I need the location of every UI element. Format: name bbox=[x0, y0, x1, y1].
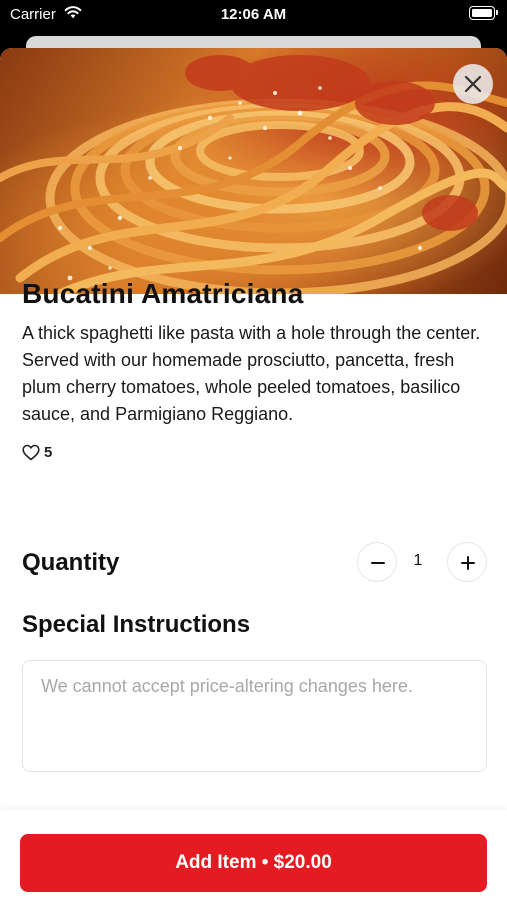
item-description: A thick spaghetti like pasta with a hole… bbox=[22, 323, 481, 424]
minus-icon bbox=[371, 562, 385, 564]
plus-icon bbox=[461, 556, 475, 570]
item-detail-sheet bbox=[0, 48, 507, 900]
likes[interactable]: 5 bbox=[22, 442, 485, 462]
decrease-quantity-button[interactable] bbox=[357, 542, 397, 582]
bucatini-pasta-photo bbox=[0, 48, 507, 294]
add-item-button[interactable]: Add Item • $20.00 bbox=[20, 834, 487, 892]
footer-bar: Add Item • $20.00 bbox=[0, 810, 507, 900]
quantity-value: 1 bbox=[413, 552, 423, 569]
increase-quantity-button[interactable] bbox=[447, 542, 487, 582]
item-title: Bucatini Amatriciana bbox=[22, 278, 304, 309]
status-bar: Carrier 12:06 AM bbox=[0, 0, 507, 30]
close-icon bbox=[464, 75, 482, 93]
item-info: Bucatini Amatriciana A thick spaghetti l… bbox=[22, 278, 485, 462]
close-button[interactable] bbox=[453, 64, 493, 104]
likes-count: 5 bbox=[44, 443, 53, 461]
quantity-label: Quantity bbox=[22, 549, 120, 576]
special-instructions-label: Special Instructions bbox=[22, 611, 251, 638]
quantity-row: Quantity 1 bbox=[22, 539, 487, 585]
heart-icon[interactable] bbox=[22, 444, 40, 461]
clock: 12:06 AM bbox=[220, 6, 287, 23]
battery-icon bbox=[469, 6, 498, 20]
special-instructions-input[interactable] bbox=[22, 660, 487, 772]
pasta-strands-graphic bbox=[0, 55, 507, 294]
